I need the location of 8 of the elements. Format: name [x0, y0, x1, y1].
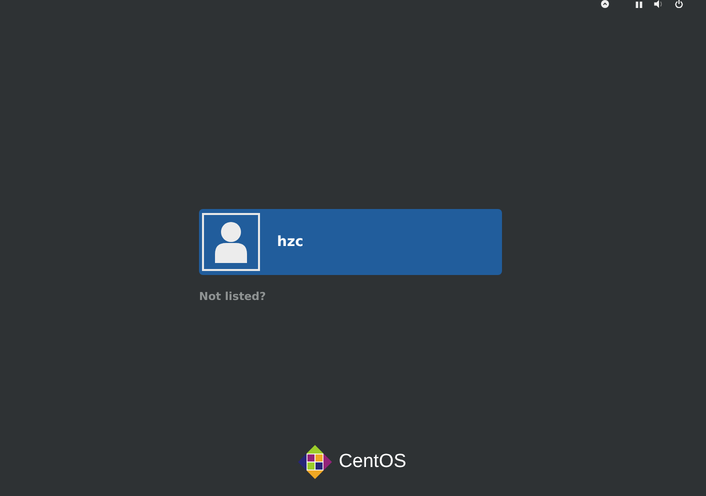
- not-listed-link[interactable]: Not listed?: [199, 290, 266, 303]
- avatar-icon: [202, 213, 260, 271]
- network-icon[interactable]: [634, 0, 644, 8]
- user-item[interactable]: hzc: [199, 209, 502, 275]
- logo-text: CentOS: [338, 451, 406, 473]
- accessibility-icon[interactable]: [600, 0, 610, 8]
- power-icon[interactable]: [674, 0, 684, 8]
- volume-icon[interactable]: [654, 0, 664, 8]
